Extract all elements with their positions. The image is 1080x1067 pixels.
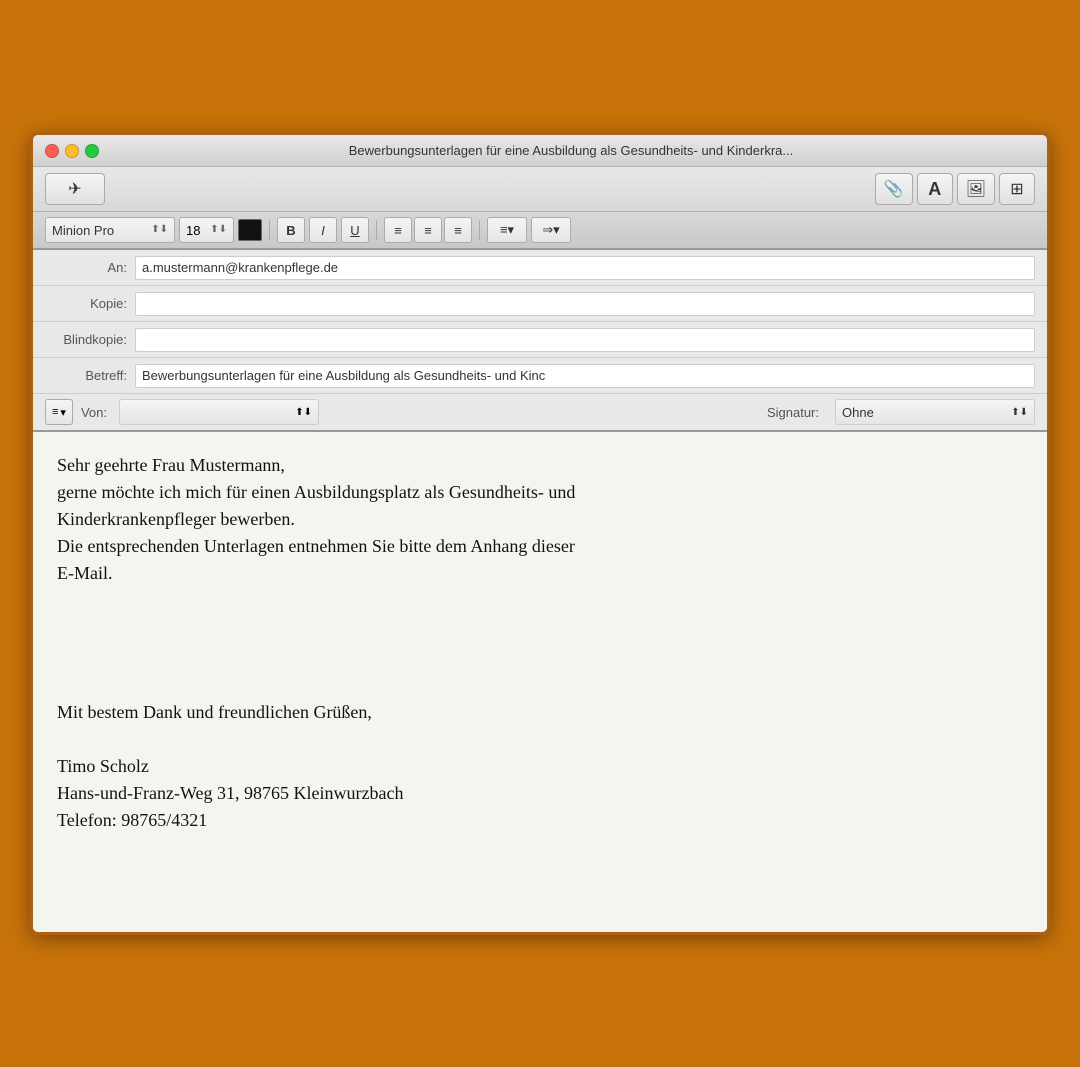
close-button[interactable] <box>45 144 59 158</box>
sig-phone: Telefon: 98765/4321 <box>57 807 1023 834</box>
to-label: An: <box>45 260 135 275</box>
subject-row: Betreff: <box>33 358 1047 394</box>
table-button[interactable]: ⊞ <box>999 173 1035 205</box>
separator-3 <box>479 220 480 240</box>
bcc-field[interactable] <box>135 328 1035 352</box>
align-center-button[interactable]: ≡ <box>414 217 442 243</box>
font-size-selector[interactable]: 18 ⬆⬇ <box>179 217 234 243</box>
sig-name: Timo Scholz <box>57 753 1023 780</box>
from-label: Von: <box>81 405 111 420</box>
priority-arrow: ▾ <box>60 406 66 419</box>
minimize-button[interactable] <box>65 144 79 158</box>
priority-button[interactable]: ≡ ▾ <box>45 399 73 425</box>
size-arrows: ⬆⬇ <box>210 225 227 235</box>
email-body[interactable]: Sehr geehrte Frau Mustermann, gerne möch… <box>33 432 1047 932</box>
image-button[interactable]: 🖼 <box>957 173 995 205</box>
color-picker[interactable] <box>238 219 262 241</box>
body-line-2: Kinderkrankenpfleger bewerben. <box>57 506 1023 533</box>
title-bar: Bewerbungsunterlagen für eine Ausbildung… <box>33 135 1047 167</box>
attachment-button[interactable]: 📎 <box>875 173 913 205</box>
bold-button[interactable]: B <box>277 217 305 243</box>
font-size-value: 18 <box>186 223 210 238</box>
body-line-4: E-Mail. <box>57 560 1023 587</box>
cc-label: Kopie: <box>45 296 135 311</box>
signature-arrows: ⬆⬇ <box>1011 407 1028 418</box>
from-arrows: ⬆⬇ <box>295 407 312 418</box>
window-title: Bewerbungsunterlagen für eine Ausbildung… <box>107 143 1035 158</box>
cc-row: Kopie: <box>33 286 1047 322</box>
send-button[interactable]: ✈ <box>45 173 105 205</box>
signature-block: Timo Scholz Hans-und-Franz-Weg 31, 98765… <box>57 753 1023 834</box>
separator-2 <box>376 220 377 240</box>
body-line-1: gerne möchte ich mich für einen Ausbildu… <box>57 479 1023 506</box>
bcc-row: Blindkopie: <box>33 322 1047 358</box>
font-button[interactable]: A <box>917 173 953 205</box>
italic-button[interactable]: I <box>309 217 337 243</box>
traffic-lights <box>45 144 99 158</box>
main-toolbar: ✈ 📎 A 🖼 ⊞ <box>33 167 1047 212</box>
to-field[interactable] <box>135 256 1035 280</box>
subject-field[interactable] <box>135 364 1035 388</box>
alignment-group: ≡ ≡ ≡ <box>384 217 472 243</box>
sig-address: Hans-und-Franz-Weg 31, 98765 Kleinwurzba… <box>57 780 1023 807</box>
send-icon: ✈ <box>68 179 81 199</box>
cc-field[interactable] <box>135 292 1035 316</box>
priority-icon: ≡ <box>52 406 58 418</box>
body-line-3: Die entsprechenden Unterlagen entnehmen … <box>57 533 1023 560</box>
table-icon: ⊞ <box>1010 179 1023 199</box>
separator-1 <box>269 220 270 240</box>
font-icon: A <box>928 179 941 200</box>
from-selector[interactable]: ⬆⬇ <box>119 399 319 425</box>
align-left-button[interactable]: ≡ <box>384 217 412 243</box>
closing-text: Mit bestem Dank und freundlichen Grüßen, <box>57 699 1023 726</box>
font-arrows: ⬆⬇ <box>151 225 168 235</box>
image-icon: 🖼 <box>966 179 986 199</box>
signature-label: Signatur: <box>767 405 827 420</box>
format-toolbar: Minion Pro ⬆⬇ 18 ⬆⬇ B I U ≡ ≡ ≡ ≡▾ ⇒▾ <box>33 212 1047 250</box>
mail-compose-window: Bewerbungsunterlagen für eine Ausbildung… <box>30 132 1050 935</box>
font-name: Minion Pro <box>52 223 151 238</box>
maximize-button[interactable] <box>85 144 99 158</box>
greeting-text: Sehr geehrte Frau Mustermann, <box>57 452 1023 479</box>
bcc-label: Blindkopie: <box>45 332 135 347</box>
email-header: An: Kopie: Blindkopie: Betreff: ≡ ▾ Von: <box>33 250 1047 432</box>
font-selector[interactable]: Minion Pro ⬆⬇ <box>45 217 175 243</box>
attachment-icon: 📎 <box>884 179 904 199</box>
underline-button[interactable]: U <box>341 217 369 243</box>
signature-selector[interactable]: Ohne ⬆⬇ <box>835 399 1035 425</box>
subject-label: Betreff: <box>45 368 135 383</box>
list-button[interactable]: ≡▾ <box>487 217 527 243</box>
from-row: ≡ ▾ Von: ⬆⬇ Signatur: Ohne ⬆⬇ <box>33 394 1047 430</box>
signature-value: Ohne <box>842 405 874 420</box>
to-row: An: <box>33 250 1047 286</box>
indent-button[interactable]: ⇒▾ <box>531 217 571 243</box>
priority-controls: ≡ ▾ <box>45 399 73 425</box>
align-right-button[interactable]: ≡ <box>444 217 472 243</box>
